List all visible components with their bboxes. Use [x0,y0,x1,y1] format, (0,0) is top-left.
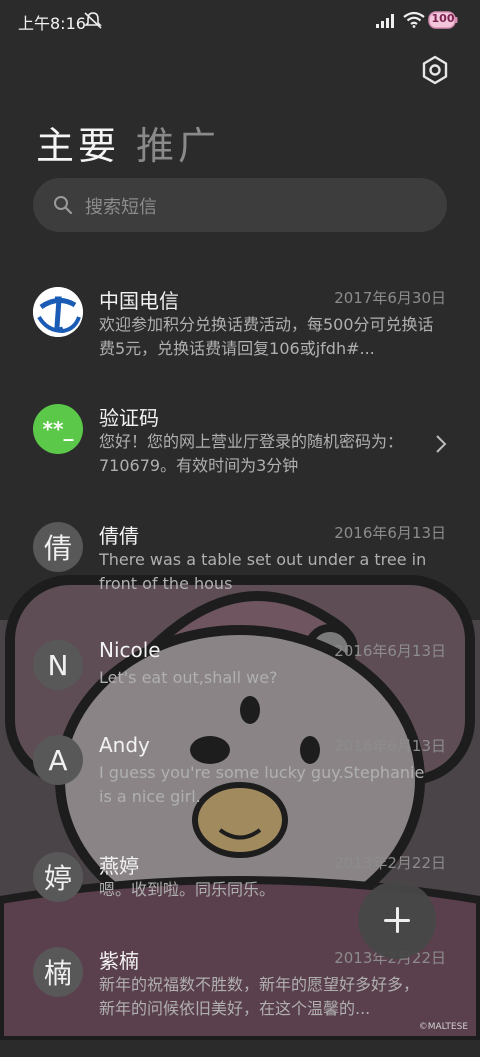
sender-name: Nicole [99,638,161,662]
sender-name: 验证码 [99,406,159,430]
conversation-item[interactable]: 楠 紫楠 2013年2月22日 新年的祝福数不胜数，新年的愿望好多好多，新年的问… [0,947,480,1057]
conversation-item[interactable]: 倩 倩倩 2016年6月13日 There was a table set ou… [0,522,480,632]
avatar [33,287,83,337]
message-date: 2017年6月30日 [334,289,446,307]
signal-icon [376,14,394,28]
battery-level: 100 [431,12,455,25]
avatar: A [33,735,83,785]
tab-main[interactable]: 主要 [36,115,120,170]
avatar: **_ [33,404,83,454]
sender-name: 倩倩 [99,524,139,548]
sender-name: Andy [99,733,150,757]
avatar: 婷 [33,852,83,902]
message-preview: Let's eat out,shall we? [99,668,278,687]
message-date: 2016年6月13日 [334,642,446,660]
sender-name: 燕婷 [99,854,139,878]
message-preview: I guess you're some lucky guy.Stephanie … [99,763,425,806]
conversation-item[interactable]: **_ 验证码 您好！您的网上营业厅登录的随机密码为：710679。有效时间为3… [0,404,480,514]
status-time: 上午8:16 [18,14,86,33]
message-preview: 欢迎参加积分兑换话费活动，每500分可兑换话费5元，兑换话费请回复106或jfd… [99,315,434,358]
wifi-icon [403,11,425,28]
message-date: 2013年2月22日 [334,854,446,872]
new-message-button[interactable] [358,881,436,959]
conversation-item[interactable]: A Andy 2016年6月13日 I guess you're some lu… [0,733,480,845]
message-date: 2016年6月13日 [334,524,446,542]
search-input[interactable]: 搜索短信 [33,178,447,232]
settings-icon[interactable] [419,54,451,86]
sender-name: 紫楠 [99,949,139,973]
conversation-item[interactable]: 中国电信 2017年6月30日 欢迎参加积分兑换话费活动，每500分可兑换话费5… [0,287,480,397]
avatar: 倩 [33,522,83,572]
search-icon [54,196,73,215]
sender-name: 中国电信 [99,289,179,313]
search-placeholder: 搜索短信 [85,197,157,218]
mute-icon [84,12,102,29]
chevron-right-icon[interactable] [434,434,448,454]
conversation-item[interactable]: N Nicole 2016年6月13日 Let's eat out,shall … [0,638,480,750]
status-bar: 上午8:16 100 [0,0,480,40]
watermark: ©MALTESE [418,1022,468,1032]
message-preview: 您好！您的网上营业厅登录的随机密码为：710679。有效时间为3分钟 [99,432,404,475]
avatar: N [33,640,83,690]
message-preview: 新年的祝福数不胜数，新年的愿望好多好多，新年的问候依旧美好，在这个温馨的... [99,975,420,1018]
tab-promotions[interactable]: 推广 [136,115,220,170]
china-telecom-logo-icon [33,287,83,337]
avatar: 楠 [33,947,83,997]
message-date: 2016年6月13日 [334,737,446,755]
message-preview: There was a table set out under a tree i… [99,550,427,593]
